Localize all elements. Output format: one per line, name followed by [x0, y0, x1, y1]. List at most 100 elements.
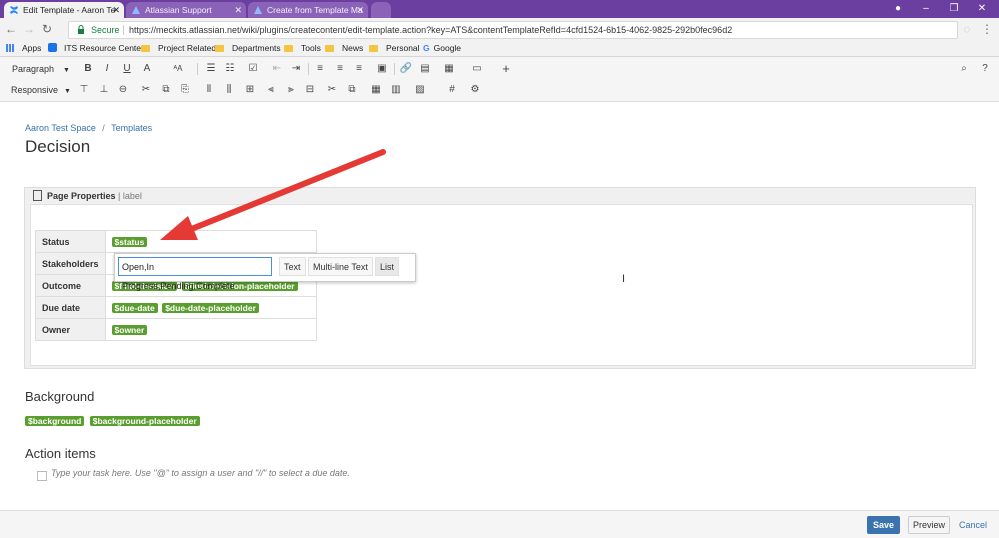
bookmark-apps[interactable]: Apps	[6, 40, 41, 56]
row-insert-before-icon[interactable]: ⊤	[77, 83, 91, 97]
breadcrumb-space-link[interactable]: Aaron Test Space	[25, 123, 96, 133]
macro-header: Page Properties | label	[33, 189, 142, 203]
task-checkbox[interactable]	[37, 471, 47, 481]
row-header[interactable]: Due date	[35, 296, 106, 319]
forward-icon[interactable]: →	[22, 22, 36, 36]
tab-create-from-template[interactable]: Create from Template Ma ✕	[248, 2, 368, 18]
column-left-icon[interactable]: ⫷	[264, 83, 278, 97]
bookmark-project-related[interactable]: Project Related	[141, 40, 216, 56]
extension-icon[interactable]: ◌	[960, 22, 974, 36]
window-close-icon[interactable]: ✕	[974, 1, 990, 17]
paragraph-dropdown[interactable]: Paragraph ▼	[12, 62, 70, 78]
row-header[interactable]: Outcome	[35, 274, 106, 297]
align-left-icon[interactable]: ≡	[313, 62, 327, 76]
menu-icon[interactable]: ⋮	[980, 22, 994, 36]
reload-icon[interactable]: ↻	[40, 22, 54, 36]
bold-icon[interactable]: B	[81, 62, 95, 76]
minimize-icon[interactable]: –	[918, 1, 934, 17]
paste-row-icon[interactable]: ⎘	[178, 83, 192, 97]
outdent-icon[interactable]: ⇤	[270, 62, 284, 76]
preview-button[interactable]: Preview	[908, 516, 950, 534]
tab-atlassian-support[interactable]: Atlassian Support ✕	[126, 2, 246, 18]
variable-tag[interactable]: $due-date-placeholder	[162, 302, 259, 313]
cut-row-icon[interactable]: ✂	[139, 83, 153, 97]
row-value[interactable]: $owner	[104, 318, 317, 341]
table-settings-gear-icon[interactable]: ⚙	[468, 83, 482, 97]
table-row: Due date $due-date $due-date-placeholder	[35, 296, 317, 319]
underline-icon[interactable]: U	[120, 62, 134, 76]
chevron-down-icon: ▼	[64, 88, 71, 95]
action-items-heading[interactable]: Action items	[25, 446, 96, 461]
variable-tag[interactable]: $status	[111, 236, 148, 247]
search-icon[interactable]: ⌕	[957, 62, 971, 76]
new-tab-button[interactable]	[371, 2, 391, 18]
insert-more-icon[interactable]: +	[499, 62, 513, 76]
type-text-button[interactable]: Text	[279, 257, 306, 276]
bullet-list-icon[interactable]: ☰	[204, 62, 218, 76]
column-insert-icon[interactable]: ⫴	[202, 83, 216, 97]
breadcrumb-templates-link[interactable]: Templates	[111, 123, 152, 133]
variable-tag[interactable]: $background	[25, 416, 85, 426]
close-icon[interactable]: ✕	[234, 2, 242, 18]
type-multiline-text-button[interactable]: Multi-line Text	[308, 257, 373, 276]
italic-icon[interactable]: I	[100, 62, 114, 76]
text-color-icon[interactable]: A	[140, 62, 154, 76]
row-value[interactable]: $due-date $due-date-placeholder	[104, 296, 317, 319]
align-right-icon[interactable]: ≡	[352, 62, 366, 76]
bookmark-google[interactable]: G Google	[423, 40, 461, 56]
link-icon[interactable]: 🔗	[399, 62, 413, 76]
numbered-list-icon[interactable]: ☷	[223, 62, 237, 76]
merge-cells-icon[interactable]: ⊞	[243, 83, 257, 97]
row-header[interactable]: Stakeholders	[35, 252, 106, 275]
back-icon[interactable]: ←	[4, 22, 18, 36]
url-field[interactable]: Secure https://meckits.atlassian.net/wik…	[68, 21, 958, 39]
cell-color-icon[interactable]: ▨	[413, 83, 427, 97]
variable-tag[interactable]: $background-placeholder	[89, 416, 200, 426]
tab-edit-template[interactable]: Edit Template - Aaron Te ✕	[4, 2, 124, 18]
row-header[interactable]: Owner	[35, 318, 106, 341]
numbering-column-icon[interactable]: #	[445, 83, 459, 97]
bookmark-tools[interactable]: Tools	[284, 40, 321, 56]
help-icon[interactable]: ?	[978, 62, 992, 76]
profile-icon[interactable]: ●	[890, 1, 906, 17]
bookmark-departments[interactable]: Departments	[215, 40, 281, 56]
bookmark-personal[interactable]: Personal	[369, 40, 420, 56]
cancel-button[interactable]: Cancel	[959, 516, 987, 534]
copy-column-icon[interactable]: ⧉	[345, 83, 359, 97]
s-logo-icon	[48, 43, 57, 52]
close-icon[interactable]: ✕	[112, 2, 120, 18]
task-list-icon[interactable]: ☑	[246, 62, 260, 76]
bookmark-its-resource-center[interactable]: ITS Resource Center	[48, 40, 144, 56]
column-delete-icon[interactable]: ⫼	[222, 83, 236, 97]
row-delete-icon[interactable]: ⊖	[116, 83, 130, 97]
page-layout-icon[interactable]: ▣	[375, 62, 389, 76]
save-button[interactable]: Save	[867, 516, 900, 534]
row-header[interactable]: Status	[35, 230, 106, 253]
close-icon[interactable]: ✕	[356, 2, 364, 18]
type-list-button[interactable]: List	[375, 257, 400, 276]
row-insert-after-icon[interactable]: ⊥	[97, 83, 111, 97]
copy-row-icon[interactable]: ⧉	[159, 83, 173, 97]
align-center-icon[interactable]: ≡	[333, 62, 347, 76]
macro-title: Page Properties	[47, 191, 116, 201]
column-right-icon[interactable]: ⫸	[284, 83, 298, 97]
header-row-icon[interactable]: ▦	[369, 83, 383, 97]
page-title[interactable]: Decision	[25, 137, 90, 157]
image-icon[interactable]: ▤	[418, 62, 432, 76]
list-values-input[interactable]: Open,In Progress,Pending,Complete	[118, 257, 272, 291]
indent-icon[interactable]: ⇥	[289, 62, 303, 76]
template-icon[interactable]: ▭	[470, 62, 484, 76]
bookmark-news[interactable]: News	[325, 40, 363, 56]
text-format-icon[interactable]: ᴬA	[171, 62, 185, 76]
restore-icon[interactable]: ❐	[946, 1, 962, 17]
atlassian-icon	[132, 6, 140, 14]
table-icon[interactable]: ▦	[442, 62, 456, 76]
task-placeholder[interactable]: Type your task here. Use "@" to assign a…	[51, 468, 350, 478]
variable-tag[interactable]: $due-date	[111, 302, 158, 313]
layout-dropdown[interactable]: Responsive ▼	[11, 83, 71, 99]
variable-tag[interactable]: $owner	[111, 324, 148, 335]
background-heading[interactable]: Background	[25, 389, 94, 404]
cut-column-icon[interactable]: ✂	[325, 83, 339, 97]
split-cell-icon[interactable]: ⊟	[303, 83, 317, 97]
header-column-icon[interactable]: ▥	[389, 83, 403, 97]
